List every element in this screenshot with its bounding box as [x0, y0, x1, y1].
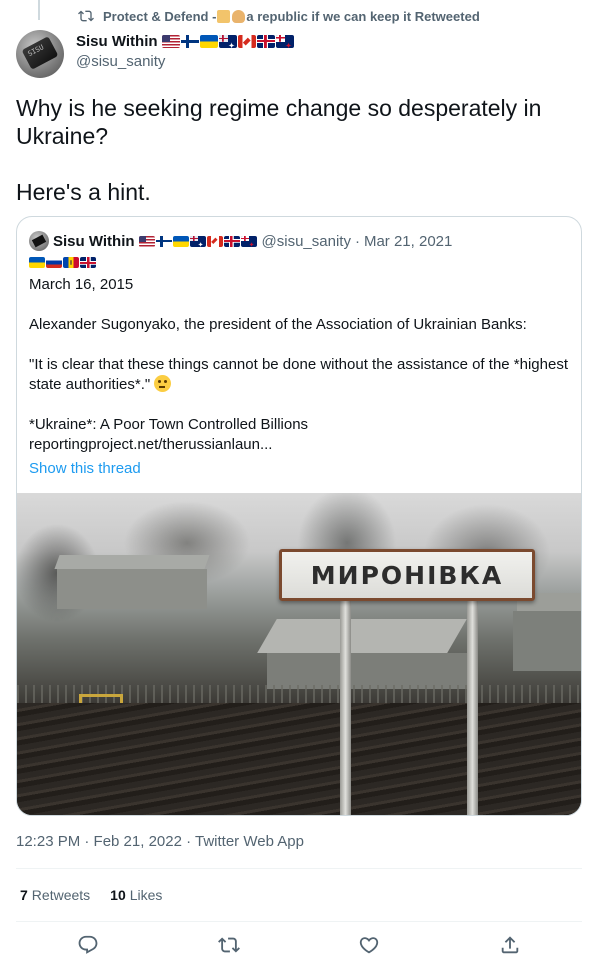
quoted-tweet-body: March 16, 2015 Alexander Sugonyako, the …: [29, 275, 569, 479]
retweet-context-text-before: Protect & Defend -: [103, 8, 217, 24]
heart-icon: [359, 937, 379, 954]
quoted-author-handle: @sisu_sanity: [261, 232, 351, 250]
us-flag-icon: [161, 35, 180, 48]
author-flags: [161, 35, 295, 48]
retweet-icon: [218, 937, 240, 953]
uk-flag-icon: [80, 257, 96, 268]
quoted-tweet[interactable]: Sisu Within @sisu_sanity · Mar 21, 2021 …: [16, 216, 582, 816]
ukraine-flag-icon: [199, 35, 218, 48]
tweet-stats: 7 Retweets 10 Likes: [20, 887, 182, 903]
moldova-flag-icon: [63, 257, 79, 268]
retweet-context-text-after: a republic if we can keep it Retweeted: [246, 8, 480, 24]
australia-flag-icon: [189, 235, 206, 247]
retweets-label: Retweets: [31, 887, 91, 903]
town-sign: МИРОНІВКА: [279, 549, 535, 601]
author-block[interactable]: Sisu Within @sisu_sanity: [76, 33, 295, 70]
quoted-date-line: March 16, 2015: [29, 276, 134, 293]
us-flag-icon: [138, 235, 155, 247]
quoted-tweet-header: Sisu Within @sisu_sanity · Mar 21, 2021: [29, 231, 452, 251]
writing-hand-emoji-icon: [232, 9, 246, 23]
share-button[interactable]: [499, 934, 521, 956]
reply-button[interactable]: [77, 934, 99, 956]
retweet-button[interactable]: [218, 934, 240, 956]
show-thread-link[interactable]: Show this thread: [29, 459, 569, 479]
like-button[interactable]: [358, 934, 380, 956]
town-sign-text: МИРОНІВКА: [310, 560, 504, 590]
finland-flag-icon: [180, 35, 199, 48]
thread-connector-line: [38, 0, 40, 20]
russia-flag-icon: [46, 257, 62, 268]
tweet-text: Why is he seeking regime change so despe…: [16, 94, 576, 206]
retweets-stat[interactable]: 7 Retweets: [20, 887, 90, 903]
quoted-separator: ·: [354, 232, 360, 250]
new-zealand-flag-icon: [240, 235, 257, 247]
likes-count: 10: [110, 887, 126, 903]
tweet-actions: [0, 930, 598, 960]
photo-house-center: [267, 653, 477, 689]
canada-flag-icon: [206, 235, 223, 247]
quoted-paragraph-2: "It is clear that these things cannot be…: [29, 355, 569, 395]
quoted-author-flags: [138, 235, 258, 247]
likes-stat[interactable]: 10 Likes: [110, 887, 162, 903]
quoted-author-avatar: [29, 231, 49, 251]
quoted-paragraph-1: Alexander Sugonyako, the president of th…: [29, 316, 527, 333]
new-zealand-flag-icon: [275, 35, 294, 48]
likes-label: Likes: [129, 887, 163, 903]
scroll-emoji-icon: [217, 9, 231, 23]
quoted-paragraph-3: *Ukraine*: A Poor Town Controlled Billio…: [29, 416, 309, 433]
divider-bottom: [16, 921, 582, 922]
quoted-tweet-date: Mar 21, 2021: [363, 232, 453, 250]
photo-field: [17, 703, 581, 815]
photo-house-right: [513, 611, 581, 671]
tweet-text-line1: Why is he seeking regime change so despe…: [16, 95, 542, 149]
retweet-icon: [78, 10, 94, 22]
tweet-text-line2: Here's a hint.: [16, 179, 151, 205]
uk-flag-icon: [256, 35, 275, 48]
retweet-context[interactable]: Protect & Defend - a republic if we can …: [78, 7, 480, 25]
sign-post-left: [340, 593, 351, 815]
canada-flag-icon: [237, 35, 256, 48]
uk-flag-icon: [223, 235, 240, 247]
reply-icon: [78, 935, 98, 954]
sign-post-right: [467, 593, 478, 815]
ukraine-flag-icon: [29, 257, 45, 268]
australia-flag-icon: [218, 35, 237, 48]
finland-flag-icon: [155, 235, 172, 247]
author-name[interactable]: Sisu Within: [76, 33, 158, 50]
ukraine-flag-icon: [172, 235, 189, 247]
divider-top: [16, 868, 582, 869]
share-icon: [501, 936, 519, 954]
photo-roof-left: [54, 555, 210, 569]
quoted-author-name: Sisu Within: [53, 232, 135, 250]
photo-house-left: [57, 569, 207, 609]
quoted-quote-text: "It is clear that these things cannot be…: [29, 356, 568, 393]
quoted-link[interactable]: reportingproject.net/therussianlaun...: [29, 435, 569, 455]
author-handle[interactable]: @sisu_sanity: [76, 53, 295, 70]
thinking-face-emoji-icon: [154, 375, 172, 392]
quoted-flags-row: [29, 257, 97, 268]
photo-roof-center: [257, 619, 467, 653]
retweets-count: 7: [20, 887, 28, 903]
author-avatar[interactable]: SISU: [16, 30, 64, 78]
tweet-timestamp[interactable]: 12:23 PM · Feb 21, 2022 · Twitter Web Ap…: [16, 833, 304, 850]
quoted-tweet-photo[interactable]: МИРОНІВКА: [17, 493, 581, 815]
